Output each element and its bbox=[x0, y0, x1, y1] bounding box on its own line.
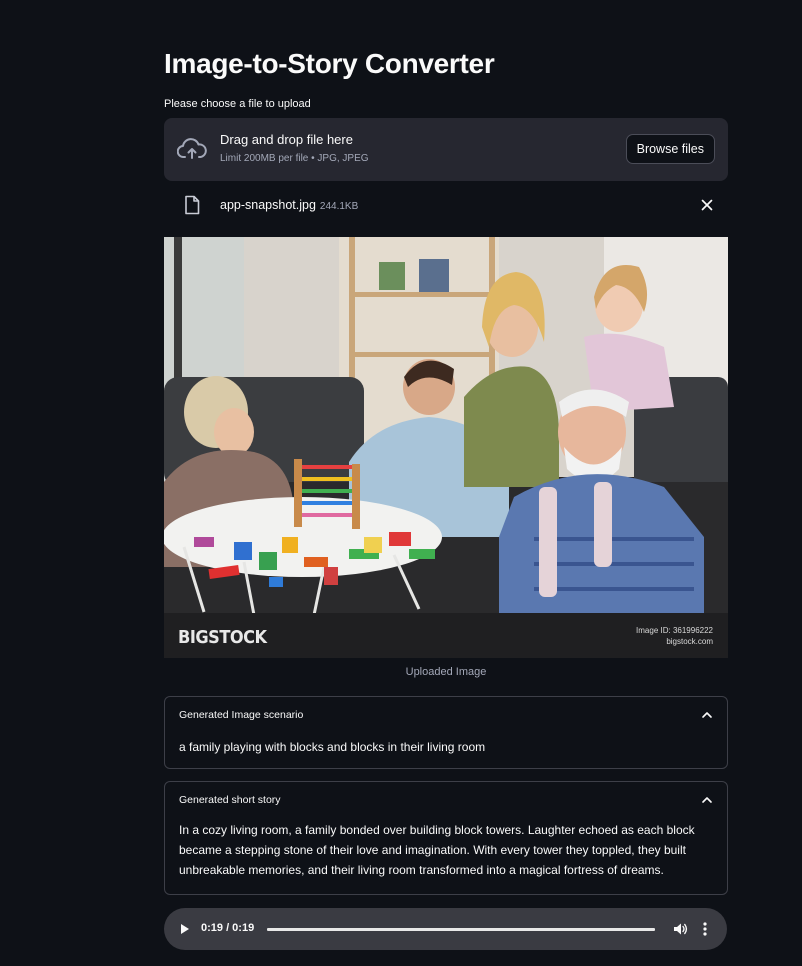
chevron-up-icon[interactable] bbox=[701, 710, 713, 720]
browse-files-button[interactable]: Browse files bbox=[625, 134, 715, 164]
image-caption: Uploaded Image bbox=[405, 666, 487, 678]
dropzone-limit: Limit 200MB per file • JPG, JPEG bbox=[220, 153, 369, 164]
watermark-site: bigstock.com bbox=[666, 637, 713, 646]
family-photo: BIGSTOCK Image ID: 361996222 bigstock.co… bbox=[164, 237, 728, 658]
story-text: In a cozy living room, a family bonded o… bbox=[179, 823, 695, 877]
scenario-expander: Generated Image scenario a family playin… bbox=[164, 696, 728, 769]
chevron-up-icon[interactable] bbox=[701, 795, 713, 805]
play-icon[interactable] bbox=[180, 923, 190, 935]
uploaded-image: BIGSTOCK Image ID: 361996222 bigstock.co… bbox=[164, 237, 728, 658]
file-size: 244.1KB bbox=[319, 201, 359, 212]
dropzone-text: Drag and drop file here Limit 200MB per … bbox=[220, 132, 369, 164]
volume-icon[interactable] bbox=[673, 922, 688, 936]
uploaded-file-row: app-snapshot.jpg 244.1KB bbox=[164, 193, 728, 219]
page-title: Image-to-Story Converter bbox=[164, 48, 495, 79]
cloud-upload-icon bbox=[177, 138, 207, 159]
upload-label: Please choose a file to upload bbox=[164, 98, 311, 110]
file-name: app-snapshot.jpg 244.1KB bbox=[220, 198, 358, 212]
file-dropzone[interactable]: Drag and drop file here Limit 200MB per … bbox=[164, 118, 728, 181]
file-name-text: app-snapshot.jpg bbox=[220, 198, 316, 212]
more-options-icon[interactable] bbox=[703, 922, 707, 936]
watermark-image-id: Image ID: 361996222 bbox=[636, 626, 713, 635]
watermark-brand: BIGSTOCK bbox=[178, 627, 269, 648]
audio-player: 0:19 / 0:19 bbox=[164, 908, 727, 950]
dropzone-instructions: Drag and drop file here bbox=[220, 132, 353, 147]
audio-progress bbox=[267, 928, 655, 931]
audio-time: 0:19 / 0:19 bbox=[201, 922, 255, 934]
close-icon[interactable] bbox=[700, 198, 714, 212]
story-header[interactable]: Generated short story bbox=[179, 794, 281, 806]
file-icon bbox=[185, 195, 200, 215]
story-expander: Generated short story In a cozy living r… bbox=[164, 781, 728, 895]
scenario-header[interactable]: Generated Image scenario bbox=[179, 709, 303, 721]
audio-seek-bar[interactable] bbox=[267, 928, 655, 931]
scenario-text: a family playing with blocks and blocks … bbox=[179, 740, 486, 754]
